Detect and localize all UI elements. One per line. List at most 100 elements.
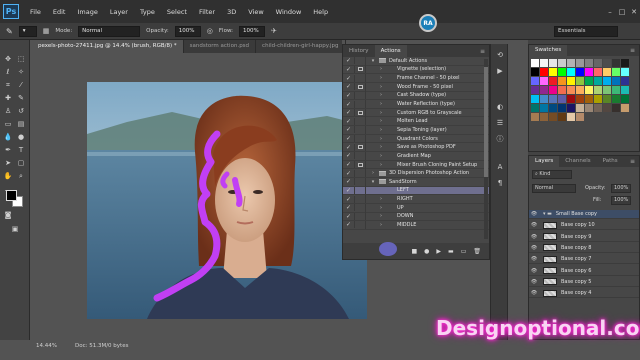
actions-scrollbar[interactable]: [484, 59, 488, 239]
action-row[interactable]: ✓ ▾ Default Actions: [343, 57, 489, 66]
screen-mode-icon[interactable]: ▣: [9, 224, 21, 235]
stamp-tool-icon[interactable]: ♙: [2, 106, 14, 117]
visibility-eye-icon[interactable]: 👁: [529, 222, 539, 228]
action-row[interactable]: ✓ › Gradient Map: [343, 151, 489, 161]
menu-type[interactable]: Type: [134, 8, 161, 16]
menu-filter[interactable]: Filter: [193, 8, 221, 16]
action-row[interactable]: ✓ › Sepia Toning (layer): [343, 125, 489, 135]
menu-edit[interactable]: Edit: [47, 8, 72, 16]
paragraph-panel-icon[interactable]: ¶: [495, 178, 505, 188]
action-enabled-checkbox[interactable]: ✓: [343, 204, 355, 212]
menu-select[interactable]: Select: [161, 8, 193, 16]
brush-size-picker[interactable]: ▾: [18, 25, 37, 37]
action-enabled-checkbox[interactable]: ✓: [343, 91, 355, 99]
color-swatch[interactable]: [531, 68, 539, 76]
eyedropper-tool-icon[interactable]: ⁄: [15, 80, 27, 91]
action-row[interactable]: ✓ › Wood Frame - 50 pixel: [343, 82, 489, 92]
expand-triangle-icon[interactable]: ›: [378, 213, 384, 219]
expand-triangle-icon[interactable]: ›: [378, 205, 384, 211]
color-swatch[interactable]: [585, 95, 593, 103]
expand-triangle-icon[interactable]: ›: [378, 136, 384, 142]
action-enabled-checkbox[interactable]: ✓: [343, 126, 355, 134]
action-row[interactable]: ✓ › Cast Shadow (type): [343, 91, 489, 101]
hand-tool-icon[interactable]: ✋: [2, 171, 14, 182]
character-panel-icon[interactable]: A: [495, 162, 505, 172]
color-swatch[interactable]: [621, 95, 629, 103]
action-enabled-checkbox[interactable]: ✓: [343, 83, 355, 91]
dialog-toggle[interactable]: [355, 65, 366, 74]
brush-panel-icon[interactable]: ▦: [43, 27, 50, 35]
dialog-toggle[interactable]: [355, 134, 366, 143]
color-swatch[interactable]: [540, 95, 548, 103]
color-swatch[interactable]: [540, 59, 548, 67]
color-swatch[interactable]: [558, 113, 566, 121]
action-enabled-checkbox[interactable]: ✓: [343, 221, 355, 229]
menu-3d[interactable]: 3D: [221, 8, 242, 16]
menu-help[interactable]: Help: [307, 8, 334, 16]
expand-triangle-icon[interactable]: ›: [378, 75, 384, 81]
color-swatch[interactable]: [549, 104, 557, 112]
color-swatch[interactable]: [567, 59, 575, 67]
color-swatch[interactable]: [594, 59, 602, 67]
color-swatch[interactable]: [603, 86, 611, 94]
tab-swatches[interactable]: Swatches: [529, 45, 568, 56]
color-swatch[interactable]: [585, 77, 593, 85]
dodge-tool-icon[interactable]: ●: [15, 132, 27, 143]
tab-layers[interactable]: Layers: [529, 156, 560, 167]
actions-scroll-thumb[interactable]: [484, 67, 488, 177]
action-row[interactable]: ✓ › Custom RGB to Grayscale: [343, 108, 489, 118]
color-swatch[interactable]: [558, 77, 566, 85]
color-swatch[interactable]: [558, 95, 566, 103]
color-swatch[interactable]: [612, 59, 620, 67]
visibility-eye-icon[interactable]: 👁: [529, 279, 539, 285]
opacity-field[interactable]: 100%: [174, 25, 201, 37]
color-swatch[interactable]: [603, 95, 611, 103]
dialog-toggle[interactable]: [355, 100, 366, 109]
color-swatch[interactable]: [540, 68, 548, 76]
tab-actions[interactable]: Actions: [374, 45, 407, 57]
tab-child-children[interactable]: child-children-girl-happy.jpg: [256, 40, 346, 53]
color-swatch[interactable]: [585, 104, 593, 112]
expand-triangle-icon[interactable]: ›: [378, 196, 384, 202]
action-row[interactable]: ✓ › Save as Photoshop PDF: [343, 143, 489, 153]
color-swatch[interactable]: [558, 104, 566, 112]
color-swatch[interactable]: [558, 59, 566, 67]
action-enabled-checkbox[interactable]: ✓: [343, 186, 355, 194]
expand-triangle-icon[interactable]: ›: [378, 127, 384, 133]
dialog-toggle[interactable]: [355, 195, 366, 204]
visibility-eye-icon[interactable]: 👁: [529, 290, 539, 296]
layer-row[interactable]: 👁 Base copy 10: [529, 221, 639, 231]
color-swatch[interactable]: [531, 113, 539, 121]
color-swatch[interactable]: [594, 86, 602, 94]
color-swatch[interactable]: [531, 95, 539, 103]
color-swatch[interactable]: [549, 86, 557, 94]
color-swatch[interactable]: [540, 86, 548, 94]
color-swatch[interactable]: [612, 77, 620, 85]
layer-fill-field[interactable]: 100%: [611, 196, 631, 205]
color-swatch[interactable]: [531, 77, 539, 85]
layer-row[interactable]: 👁 Base copy 6: [529, 267, 639, 276]
path-select-tool-icon[interactable]: ➤: [2, 158, 14, 169]
color-swatch[interactable]: [567, 86, 575, 94]
info-panel-icon[interactable]: ⓘ: [495, 134, 505, 144]
menu-file[interactable]: File: [24, 8, 47, 16]
color-swatch[interactable]: [603, 104, 611, 112]
panel-menu-icon[interactable]: ≡: [480, 48, 489, 55]
delete-icon[interactable]: 🗑: [473, 248, 481, 255]
brush-tool-icon-active[interactable]: ✎: [15, 93, 27, 104]
zoom-tool-icon[interactable]: ⌕: [15, 171, 27, 182]
color-swatch[interactable]: [576, 95, 584, 103]
pen-tool-icon[interactable]: ✒: [2, 145, 14, 156]
color-swatch[interactable]: [567, 77, 575, 85]
action-row[interactable]: ✓ › Frame Channel - 50 pixel: [343, 74, 489, 83]
dialog-toggle[interactable]: [355, 177, 366, 186]
history-brush-tool-icon[interactable]: ↺: [15, 106, 27, 117]
action-row[interactable]: ✓ › Vignette (selection): [343, 65, 489, 75]
visibility-eye-icon[interactable]: 👁: [529, 234, 539, 240]
expand-triangle-icon[interactable]: ▾: [370, 58, 376, 64]
action-enabled-checkbox[interactable]: ✓: [343, 161, 355, 168]
color-swatch[interactable]: [594, 68, 602, 76]
layers-menu-icon[interactable]: ≡: [630, 158, 639, 165]
color-swatch[interactable]: [549, 77, 557, 85]
eraser-tool-icon[interactable]: ▭: [2, 119, 14, 130]
